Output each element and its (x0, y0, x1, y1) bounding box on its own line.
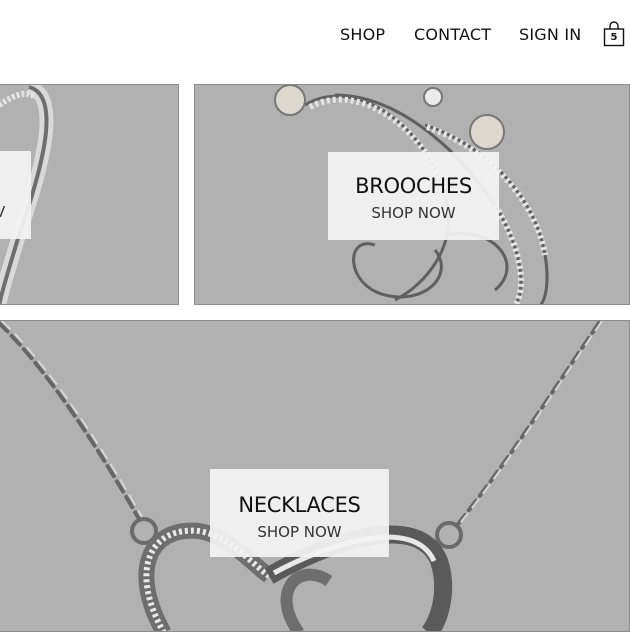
category-tile-brooches[interactable]: BROOCHES SHOP NOW (194, 84, 630, 305)
necklaces-shop-now-link[interactable]: SHOP NOW (210, 523, 389, 541)
nav-sign-in-link[interactable]: SIGN IN (519, 25, 581, 44)
brooches-shop-now-link[interactable]: SHOP NOW (328, 204, 499, 222)
cart-count-badge: 5 (610, 32, 618, 43)
nav-shop-link[interactable]: SHOP (340, 25, 385, 44)
brooches-card[interactable]: BROOCHES SHOP NOW (328, 152, 499, 240)
category-tile-rings[interactable]: V (0, 84, 179, 305)
rings-shop-now-link[interactable]: V (0, 203, 5, 221)
category-tile-necklaces[interactable]: NECKLACES SHOP NOW (0, 320, 630, 632)
nav-contact-link[interactable]: CONTACT (414, 25, 491, 44)
cart-button[interactable]: 5 (603, 21, 625, 47)
top-navigation: SHOP CONTACT SIGN IN 5 (0, 0, 630, 70)
necklaces-card[interactable]: NECKLACES SHOP NOW (210, 469, 389, 557)
necklaces-title: NECKLACES (238, 493, 361, 517)
brooches-title: BROOCHES (355, 174, 472, 198)
rings-card[interactable]: V (0, 151, 31, 239)
